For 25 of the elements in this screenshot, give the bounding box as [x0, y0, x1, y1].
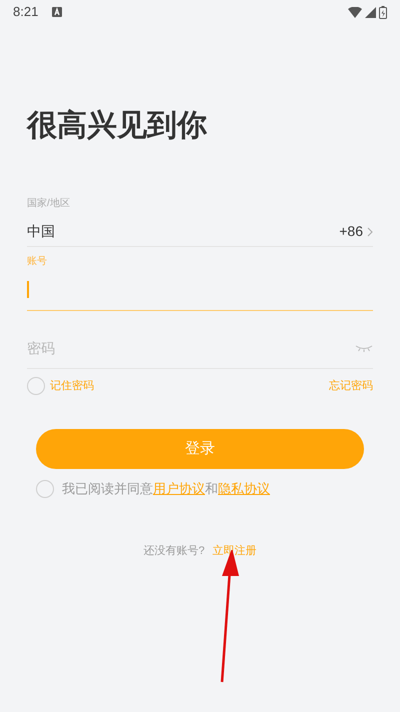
privacy-policy-link[interactable]: 隐私协议 — [218, 479, 270, 498]
register-prompt: 还没有账号? — [143, 544, 205, 558]
agree-checkbox[interactable] — [36, 480, 54, 498]
wifi-icon — [348, 6, 362, 18]
chevron-right-icon — [367, 226, 373, 236]
user-agreement-link[interactable]: 用户协议 — [153, 479, 205, 498]
login-button[interactable]: 登录 — [36, 429, 364, 469]
region-label: 国家/地区 — [27, 196, 70, 211]
agreement-text: 我已阅读并同意 — [62, 480, 153, 498]
text-cursor — [27, 281, 29, 298]
register-link[interactable]: 立即注册 — [212, 542, 257, 559]
password-field[interactable]: 密码 — [27, 329, 373, 369]
signal-icon — [365, 6, 376, 18]
forgot-password-link[interactable]: 忘记密码 — [329, 378, 373, 394]
eye-closed-icon[interactable] — [355, 345, 373, 352]
status-time: 8:21 — [13, 3, 38, 22]
account-label: 账号 — [27, 254, 47, 269]
region-selector[interactable]: 中国 +86 — [27, 217, 373, 247]
greeting-heading: 很高兴见到你 — [27, 108, 207, 144]
remember-label[interactable]: 记住密码 — [50, 378, 94, 394]
remember-checkbox[interactable] — [27, 377, 45, 395]
password-placeholder: 密码 — [27, 339, 55, 358]
notification-icon — [52, 7, 62, 17]
agreement-joiner: 和 — [205, 480, 218, 498]
battery-icon — [379, 6, 387, 18]
